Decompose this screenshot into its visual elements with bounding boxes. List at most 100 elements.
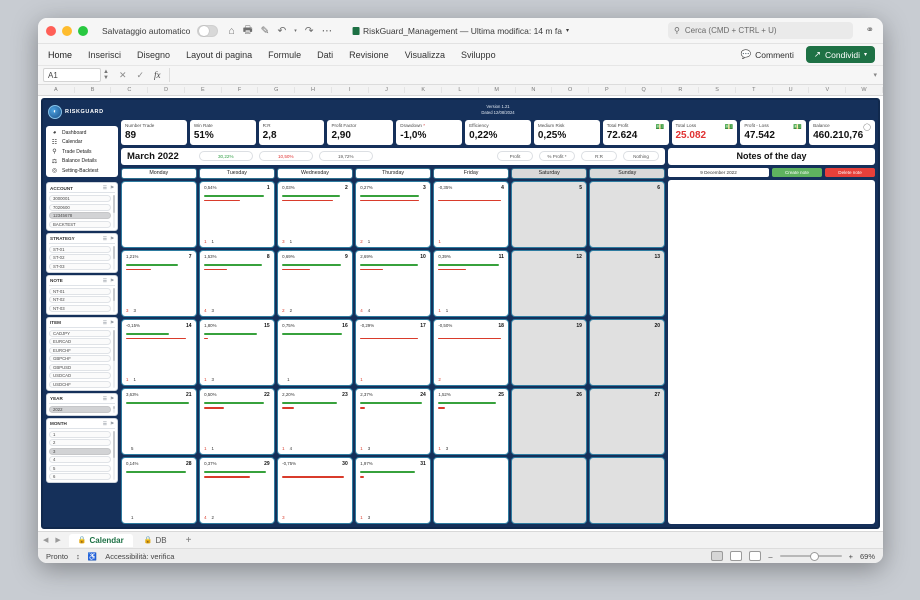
column-header-r[interactable]: R — [662, 87, 700, 93]
filter-option[interactable]: NT-01 — [49, 287, 111, 295]
column-header-s[interactable]: S — [699, 87, 736, 93]
filter-option[interactable]: 6 — [49, 473, 111, 480]
calendar-day-cell[interactable]: 1,80% 15 1 3 — [199, 319, 275, 386]
sheet-nav-arrows[interactable]: ◀ ▶ — [43, 536, 61, 544]
filter-option[interactable]: GBPUSD — [49, 363, 111, 371]
column-header-t[interactable]: T — [736, 87, 773, 93]
column-header-d[interactable]: D — [148, 87, 185, 93]
column-header-i[interactable]: I — [332, 87, 369, 93]
calendar-day-cell[interactable]: 20 — [589, 319, 666, 386]
filter-clear-icon[interactable]: ⚑ — [110, 278, 114, 284]
tab-revisione[interactable]: Revisione — [349, 50, 389, 60]
create-note-button[interactable]: Create note — [772, 167, 822, 177]
filter-scrollbar[interactable] — [112, 195, 115, 228]
more-icon[interactable]: ⋯ — [322, 25, 333, 37]
window-controls[interactable] — [46, 25, 88, 36]
document-title[interactable]: RiskGuard_Management — Ultima modifica: … — [352, 26, 569, 36]
calendar-day-cell[interactable]: -0,35% 4 1 — [433, 181, 509, 248]
calendar-day-cell[interactable]: 0,37% 29 4 2 — [199, 457, 275, 524]
column-header-l[interactable]: L — [442, 87, 479, 93]
sidebar-item-calendar[interactable]: ☷ Calendar — [48, 139, 116, 146]
zoom-slider[interactable] — [779, 551, 842, 561]
column-header-k[interactable]: K — [405, 87, 443, 93]
tab-sviluppo[interactable]: Sviluppo — [461, 50, 496, 60]
minimize-window-button[interactable] — [62, 25, 72, 36]
column-header-a[interactable]: A — [38, 87, 75, 93]
column-header-q[interactable]: Q — [626, 87, 663, 93]
zoom-out-button[interactable]: – — [768, 552, 772, 561]
display-mode-profit[interactable]: Profit — [497, 151, 533, 162]
calendar-day-cell[interactable]: 2,20% 23 1 4 — [277, 388, 353, 455]
tab-dati[interactable]: Dati — [317, 50, 333, 60]
filter-option[interactable]: 3 — [49, 447, 111, 455]
accessibility-text[interactable]: Accessibilità: verifica — [105, 552, 174, 561]
sheet-tab-db[interactable]: 🔒 DB — [135, 534, 176, 547]
calendar-day-cell[interactable]: 1,53% 8 4 3 — [199, 250, 275, 317]
calendar-day-cell[interactable]: 12 — [511, 250, 587, 317]
calendar-day-cell[interactable]: 1,97% 31 1 3 — [355, 457, 431, 524]
filter-option[interactable]: 7020600 — [49, 203, 111, 211]
column-header-o[interactable]: O — [552, 87, 590, 93]
filter-option[interactable]: 5 — [49, 464, 111, 472]
column-header-h[interactable]: H — [295, 87, 332, 93]
note-date-field[interactable]: 9 December 2022 — [668, 167, 769, 177]
tab-layout-di-pagina[interactable]: Layout di pagina — [186, 50, 252, 60]
filter-option[interactable]: 3000001 — [49, 195, 111, 202]
filter-scrollbar[interactable] — [112, 287, 115, 312]
filter-option[interactable]: EURCHF — [49, 346, 111, 354]
calendar-day-cell[interactable]: 3,63% 21 5 — [121, 388, 197, 455]
notes-text-area[interactable] — [668, 179, 875, 524]
prev-sheet-icon[interactable]: ◀ — [43, 536, 48, 544]
display-mode-r-r[interactable]: R:R — [581, 151, 617, 162]
filter-option[interactable]: 2 — [49, 439, 111, 446]
calendar-day-cell[interactable]: 0,54% 1 1 1 — [199, 181, 275, 248]
print-icon[interactable]: 🖶 — [243, 22, 253, 40]
filter-option[interactable]: ST-03 — [49, 262, 111, 270]
filter-option[interactable]: NT-03 — [49, 304, 111, 312]
display-mode--profit-[interactable]: % Profit * — [539, 151, 575, 162]
undo-chevron-icon[interactable]: ▾ — [294, 28, 297, 34]
filter-option[interactable]: 2022 — [49, 405, 111, 413]
tab-inserisci[interactable]: Inserisci — [88, 50, 121, 60]
page-layout-view-icon[interactable] — [730, 551, 743, 561]
filter-clear-icon[interactable]: ⚑ — [110, 421, 114, 427]
name-box-spinner[interactable]: ▲ ▼ — [103, 69, 109, 81]
add-sheet-button[interactable]: + — [178, 535, 200, 546]
filter-option[interactable]: USDCAD — [49, 372, 111, 379]
tab-formule[interactable]: Formule — [268, 50, 301, 60]
close-window-button[interactable] — [46, 25, 56, 36]
calendar-day-cell[interactable] — [589, 457, 666, 524]
calendar-day-cell[interactable] — [433, 457, 509, 524]
filter-scrollbar[interactable] — [112, 329, 115, 388]
normal-view-icon[interactable] — [711, 551, 724, 561]
filter-menu-icon[interactable]: ☰ — [103, 236, 107, 242]
filter-option[interactable]: 1 — [49, 430, 111, 438]
page-break-view-icon[interactable] — [749, 551, 762, 561]
tab-home[interactable]: Home — [48, 50, 72, 60]
column-header-p[interactable]: P — [589, 87, 626, 93]
column-header-m[interactable]: M — [479, 87, 516, 93]
calendar-day-cell[interactable]: 5 — [511, 181, 587, 248]
calendar-day-cell[interactable]: 13 — [589, 250, 666, 317]
calendar-day-cell[interactable]: 6 — [589, 181, 666, 248]
comments-button[interactable]: 💬 Commenti — [735, 47, 800, 62]
calendar-day-cell[interactable] — [121, 181, 197, 248]
filter-option[interactable]: BACKTEST — [49, 220, 111, 228]
calendar-day-cell[interactable]: 26 — [511, 388, 587, 455]
filter-scrollbar[interactable] — [112, 430, 115, 480]
formula-input[interactable] — [168, 68, 883, 82]
ribbon-collapse-icon[interactable]: ⚭ — [866, 25, 874, 36]
autosave-toggle[interactable] — [197, 24, 219, 37]
name-box[interactable]: A1 — [43, 68, 101, 82]
filter-option[interactable]: EURCAD — [49, 338, 111, 345]
calendar-day-cell[interactable]: 27 — [589, 388, 666, 455]
filter-option[interactable]: 12345678 — [49, 212, 111, 219]
column-header-v[interactable]: V — [809, 87, 847, 93]
calendar-day-cell[interactable] — [511, 457, 587, 524]
filter-option[interactable]: CADJPY — [49, 329, 111, 337]
calendar-day-cell[interactable]: 0,03% 2 3 1 — [277, 181, 353, 248]
column-header-j[interactable]: J — [369, 87, 406, 93]
calendar-day-cell[interactable]: 0,50% 22 1 1 — [199, 388, 275, 455]
filter-clear-icon[interactable]: ⚑ — [110, 236, 114, 242]
delete-note-button[interactable]: Delete note — [825, 167, 875, 177]
